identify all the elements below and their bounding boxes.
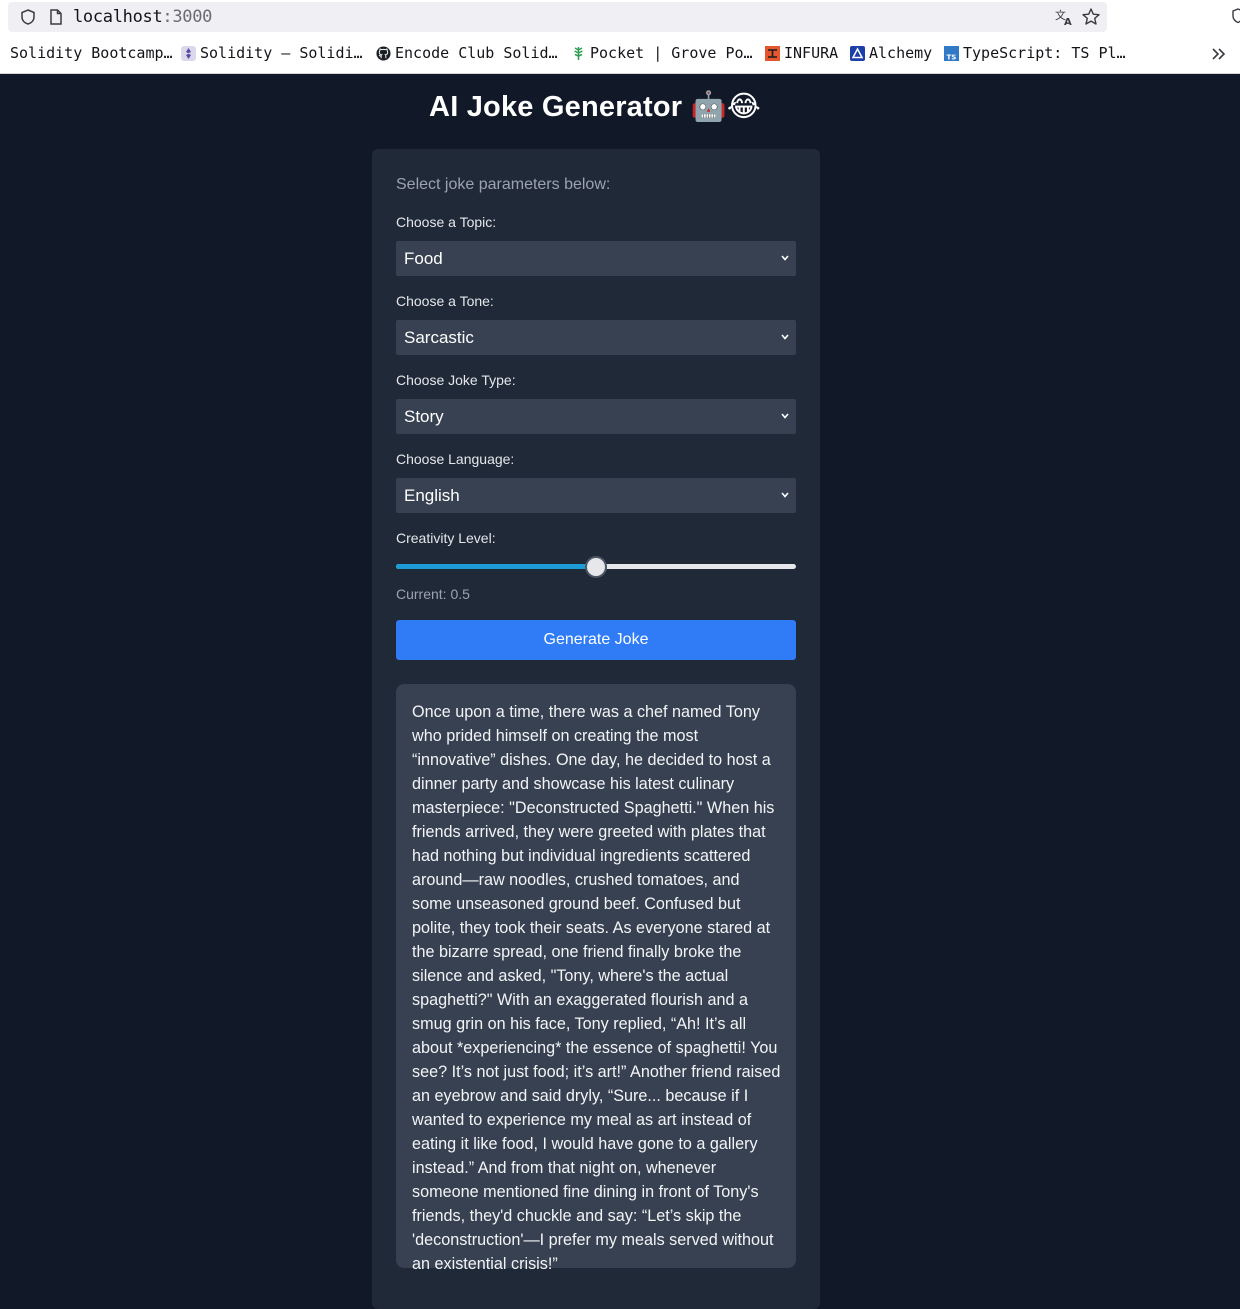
svg-text:A: A <box>1064 17 1072 27</box>
joke-output: Once upon a time, there was a chef named… <box>396 684 796 1273</box>
typescript-icon: TS <box>944 45 959 61</box>
bookmark-item[interactable]: Alchemy <box>850 44 932 62</box>
topic-label: Choose a Topic: <box>396 214 497 230</box>
tone-select-value: Sarcastic <box>404 328 474 347</box>
bookmark-item[interactable]: Pocket | Grove Po… <box>571 44 753 62</box>
page-icon[interactable] <box>47 8 65 26</box>
chevron-down-icon <box>781 492 789 498</box>
solidity-logo-icon <box>181 45 196 61</box>
joke-form-card: Select joke parameters below: Choose a T… <box>372 149 820 1309</box>
pocket-grove-icon <box>574 46 583 60</box>
extension-shield-icon[interactable] <box>1232 8 1240 24</box>
chevron-double-right-icon[interactable] <box>1208 44 1228 64</box>
bookmark-label: Encode Club Solid… <box>395 44 558 62</box>
page-title: AI Joke Generator 🤖😂 <box>0 89 1190 124</box>
robot-laughing-emoji-icon: 🤖😂 <box>690 89 761 123</box>
chevron-down-icon <box>781 413 789 419</box>
svg-text:TS: TS <box>947 53 957 61</box>
language-select-value: English <box>404 486 460 505</box>
joke-type-label: Choose Joke Type: <box>396 372 516 388</box>
joke-type-select[interactable]: Story <box>396 399 796 434</box>
creativity-slider[interactable] <box>396 556 796 578</box>
language-select[interactable]: English <box>396 478 796 513</box>
creativity-label: Creativity Level: <box>396 530 496 546</box>
bookmark-item[interactable]: Encode Club Solid… <box>376 44 558 62</box>
bookmark-item[interactable]: Solidity Bootcamp… <box>0 44 173 62</box>
bookmark-label: Alchemy <box>869 44 933 62</box>
url-text[interactable]: localhost:3000 <box>73 7 212 27</box>
creativity-slider-thumb[interactable] <box>585 556 607 578</box>
bookmark-item[interactable]: INFURA <box>765 44 838 62</box>
bookmark-label: Pocket | Grove Po… <box>590 44 753 62</box>
bookmark-label: Solidity — Solidi… <box>200 44 363 62</box>
topic-select-value: Food <box>404 249 443 268</box>
tone-label: Choose a Tone: <box>396 293 494 309</box>
infura-icon <box>765 45 780 61</box>
page-title-text: AI Joke Generator <box>429 91 683 123</box>
creativity-slider-fill <box>396 564 596 569</box>
bookmark-label: INFURA <box>784 44 839 62</box>
language-label: Choose Language: <box>396 451 515 467</box>
bookmark-item[interactable]: Solidity — Solidi… <box>181 44 363 62</box>
url-port: :3000 <box>162 7 213 27</box>
github-icon <box>376 45 391 61</box>
shield-icon[interactable] <box>19 8 37 26</box>
joke-text: Once upon a time, there was a chef named… <box>412 703 781 1273</box>
creativity-current-value: Current: 0.5 <box>396 586 470 602</box>
bookmark-label: Solidity Bootcamp… <box>10 44 173 62</box>
chevron-down-icon <box>781 255 789 261</box>
alchemy-icon <box>850 45 865 61</box>
browser-chrome: localhost:3000 文 A Solidity Bootcamp… So… <box>0 0 1240 74</box>
tone-select[interactable]: Sarcastic <box>396 320 796 355</box>
generate-joke-button[interactable]: Generate Joke <box>396 620 796 660</box>
translate-icon[interactable]: 文 A <box>1054 7 1074 27</box>
bookmark-item[interactable]: TS TypeScript: TS Pl… <box>944 44 1126 62</box>
bookmark-star-icon[interactable] <box>1081 7 1101 27</box>
chevron-down-icon <box>781 334 789 340</box>
address-bar[interactable]: localhost:3000 文 A <box>8 2 1107 32</box>
bookmark-label: TypeScript: TS Pl… <box>963 44 1126 62</box>
url-host: localhost <box>73 7 163 27</box>
bookmark-folder-icon <box>0 46 6 61</box>
form-subtitle: Select joke parameters below: <box>396 176 611 193</box>
topic-select[interactable]: Food <box>396 241 796 276</box>
joke-type-select-value: Story <box>404 407 444 426</box>
bookmarks-toolbar: Solidity Bootcamp… Solidity — Solidi… En… <box>0 40 1240 68</box>
